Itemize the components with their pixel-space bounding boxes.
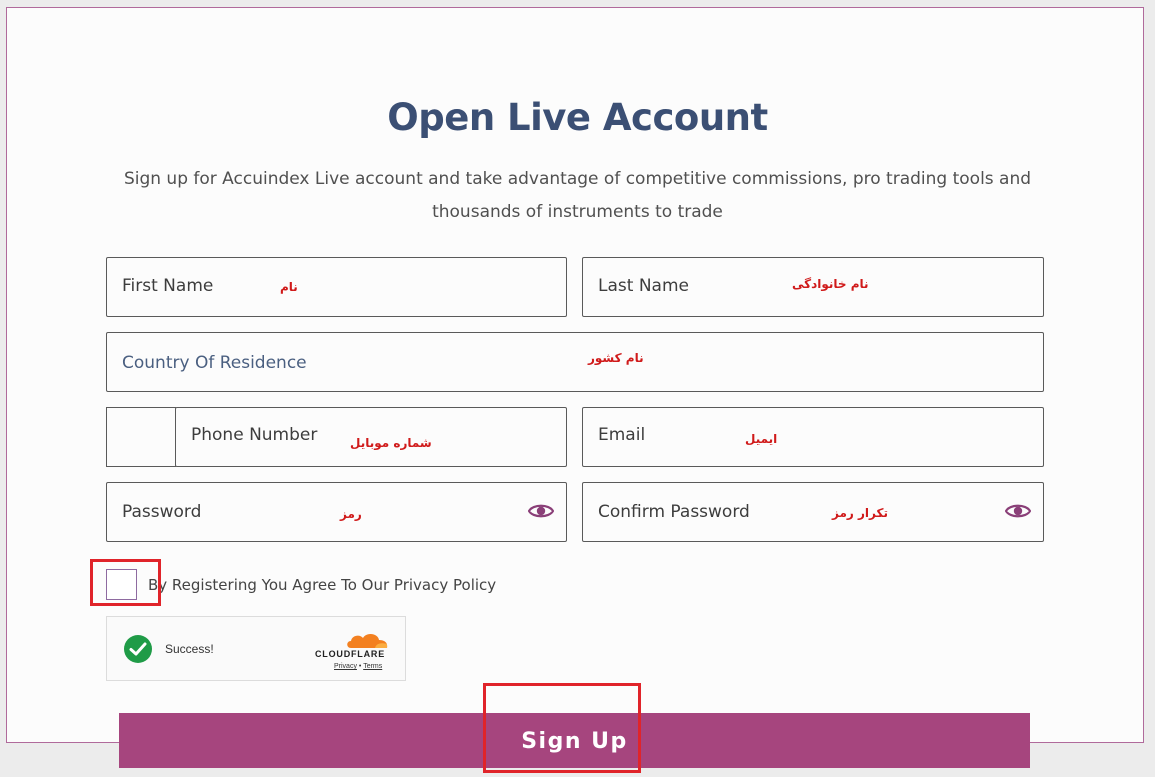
eye-icon[interactable] [1005, 502, 1031, 520]
page-title: Open Live Account [387, 96, 768, 139]
country-select[interactable]: Country Of Residence [106, 332, 1044, 392]
phone-annotation: شماره موبایل [350, 436, 432, 450]
privacy-policy-checkbox[interactable] [106, 569, 137, 600]
last-name-annotation: نام خانوادگی [792, 277, 869, 291]
confirm-password-annotation: تکرار رمز [832, 506, 888, 520]
first-name-placeholder: First Name [122, 276, 214, 296]
cloud-icon [347, 634, 388, 648]
privacy-policy-text: By Registering You Agree To Our Privacy … [148, 576, 497, 594]
confirm-password-input[interactable]: Confirm Password [582, 482, 1044, 542]
confirm-password-placeholder: Confirm Password [598, 502, 750, 522]
check-circle-icon [124, 635, 152, 663]
captcha-status: Success! [165, 642, 214, 656]
phone-country-code-select[interactable] [106, 407, 176, 467]
country-placeholder: Country Of Residence [122, 353, 307, 373]
phone-placeholder: Phone Number [191, 425, 318, 445]
password-annotation: رمز [340, 507, 362, 521]
first-name-annotation: نام [280, 280, 298, 294]
cloudflare-wordmark: CLOUDFLARE [315, 649, 385, 659]
email-input[interactable]: Email [582, 407, 1044, 467]
captcha-terms-link[interactable]: Terms [363, 663, 382, 670]
eye-icon[interactable] [528, 502, 554, 520]
password-input[interactable]: Password [106, 482, 567, 542]
last-name-placeholder: Last Name [598, 276, 689, 296]
captcha-privacy-link[interactable]: Privacy [334, 663, 357, 670]
email-annotation: ایمیل [745, 432, 778, 446]
email-placeholder: Email [598, 425, 646, 445]
first-name-field[interactable]: First Name [106, 257, 567, 317]
country-annotation: نام کشور [588, 351, 644, 365]
page-subtitle: Sign up for Accuindex Live account and t… [123, 169, 1032, 222]
sign-up-button[interactable]: Sign Up [119, 713, 1030, 768]
captcha-link-separator: • [358, 663, 362, 670]
cloudflare-captcha[interactable]: Success! CLOUDFLARE Privacy • Terms [106, 616, 406, 681]
password-placeholder: Password [122, 502, 202, 522]
captcha-links: Privacy • Terms [334, 663, 382, 670]
privacy-policy-row: By Registering You Agree To Our Privacy … [106, 569, 706, 601]
